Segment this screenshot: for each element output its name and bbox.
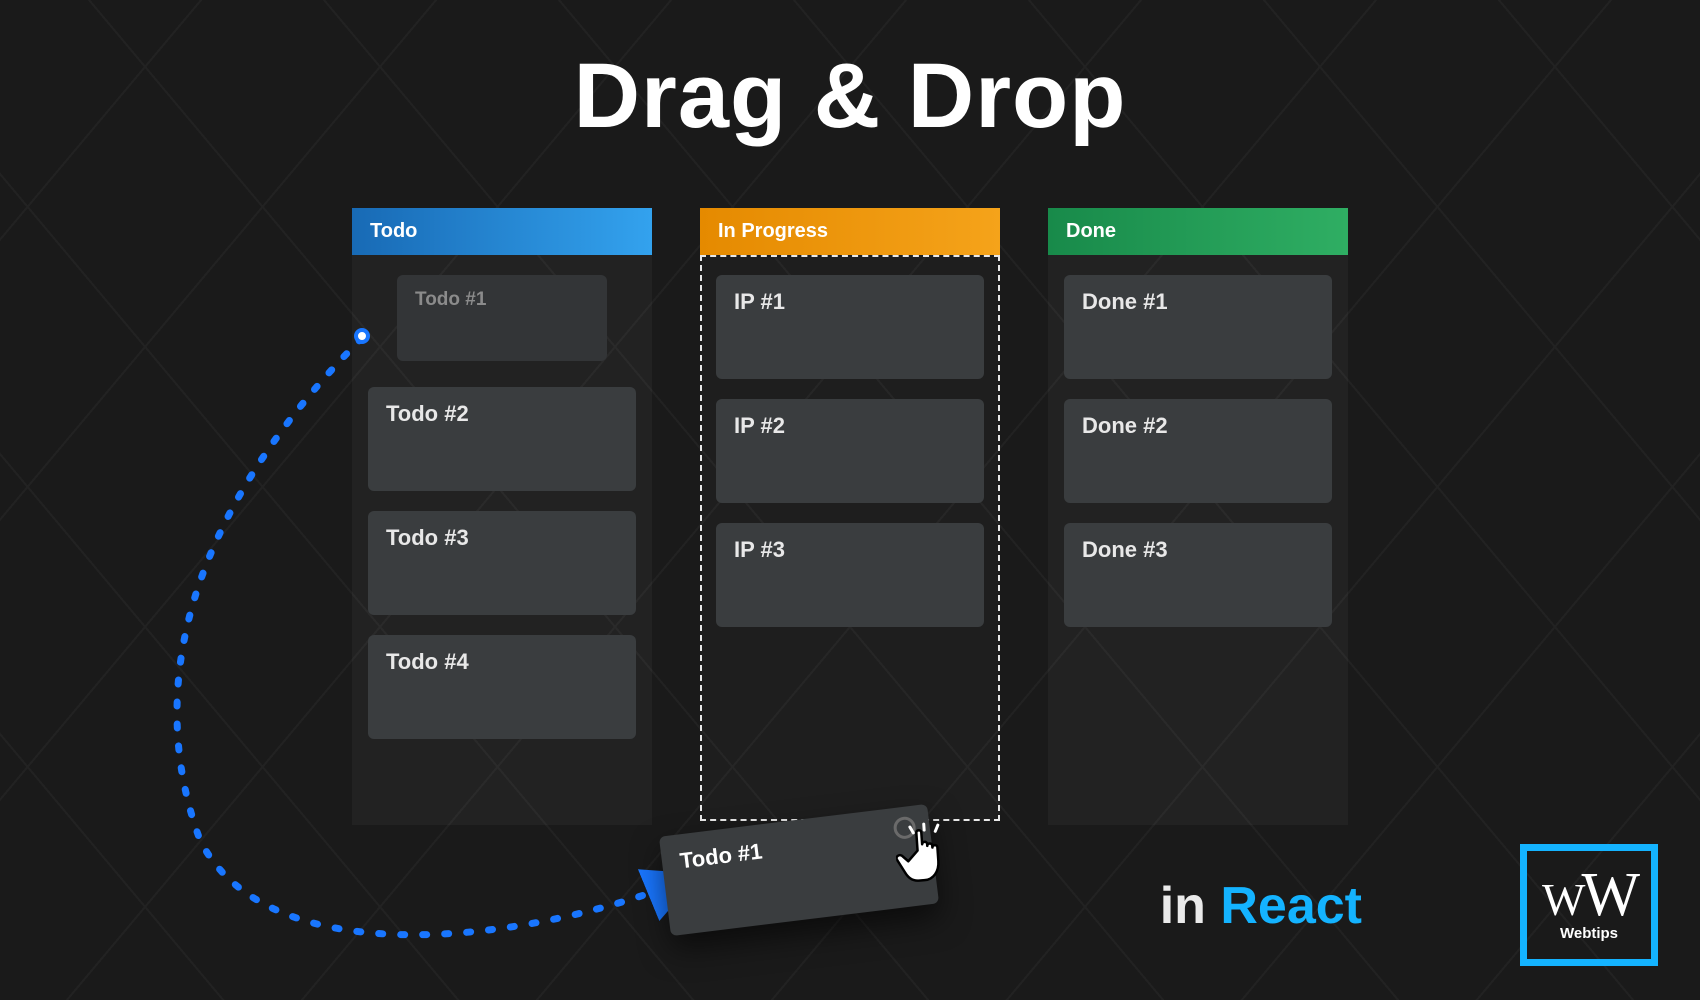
column-header-todo: Todo xyxy=(352,208,652,255)
column-header-in-progress: In Progress xyxy=(700,208,1000,255)
webtips-logo: WW Webtips xyxy=(1520,844,1658,966)
caption-highlight: React xyxy=(1220,877,1362,935)
kanban-board: Todo Todo #1 Todo #2 Todo #3 Todo #4 In … xyxy=(352,208,1348,825)
card[interactable]: IP #1 xyxy=(716,275,984,379)
card[interactable]: Done #3 xyxy=(1064,523,1332,627)
column-body-todo[interactable]: Todo #1 Todo #2 Todo #3 Todo #4 xyxy=(352,255,652,825)
column-in-progress: In Progress IP #1 IP #2 IP #3 xyxy=(700,208,1000,825)
column-body-done[interactable]: Done #1 Done #2 Done #3 xyxy=(1048,255,1348,825)
dragging-card-label: Todo #1 xyxy=(678,838,763,873)
card-ghost[interactable]: Todo #1 xyxy=(397,275,607,361)
card[interactable]: Todo #3 xyxy=(368,511,636,615)
card[interactable]: Todo #4 xyxy=(368,635,636,739)
caption-prefix: in xyxy=(1160,877,1206,935)
card[interactable]: Done #1 xyxy=(1064,275,1332,379)
logo-mark: WW xyxy=(1542,872,1636,919)
path-start-marker xyxy=(354,328,370,344)
card[interactable]: IP #3 xyxy=(716,523,984,627)
column-todo: Todo Todo #1 Todo #2 Todo #3 Todo #4 xyxy=(352,208,652,825)
column-done: Done Done #1 Done #2 Done #3 xyxy=(1048,208,1348,825)
column-header-done: Done xyxy=(1048,208,1348,255)
card[interactable]: Done #2 xyxy=(1064,399,1332,503)
card[interactable]: IP #2 xyxy=(716,399,984,503)
pointer-hand-icon xyxy=(894,820,959,893)
logo-text: Webtips xyxy=(1560,925,1618,942)
column-body-in-progress[interactable]: IP #1 IP #2 IP #3 xyxy=(700,255,1000,821)
caption: in React xyxy=(1160,876,1362,936)
page-title: Drag & Drop xyxy=(0,44,1700,149)
card[interactable]: Todo #2 xyxy=(368,387,636,491)
